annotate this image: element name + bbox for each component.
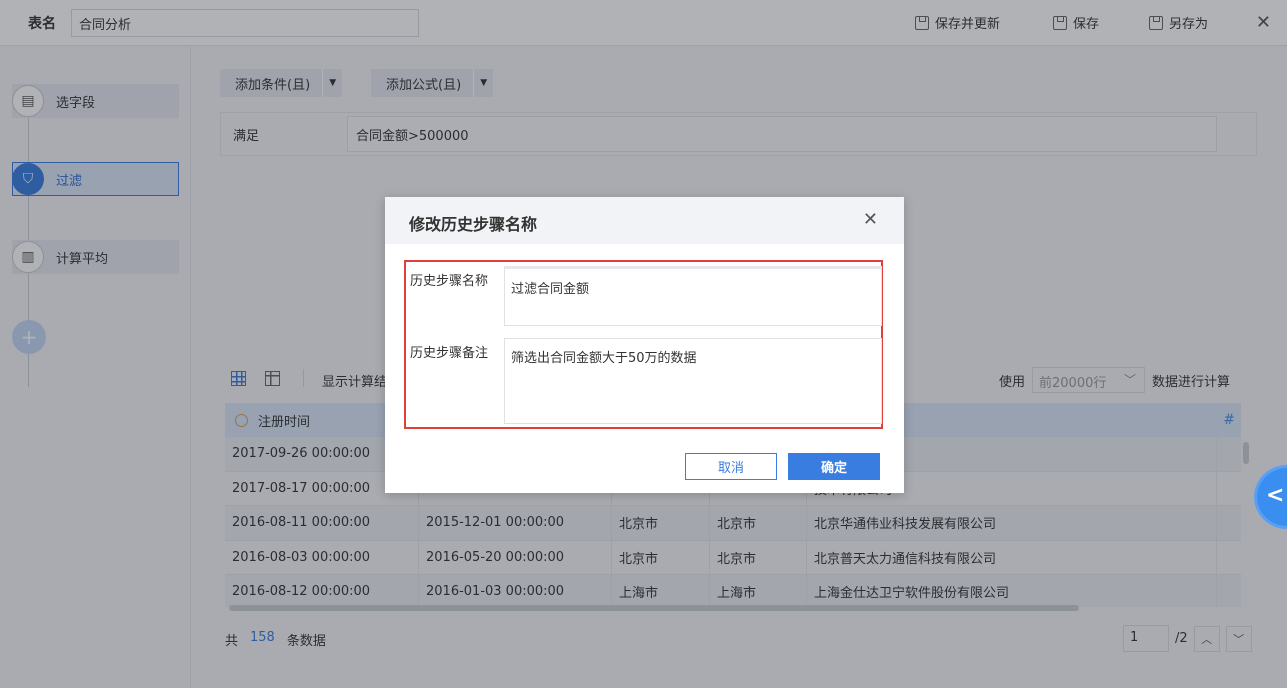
dialog-header: 修改历史步骤名称 ✕: [385, 197, 904, 244]
dialog-title: 修改历史步骤名称: [409, 215, 538, 234]
confirm-button[interactable]: 确定: [788, 453, 880, 480]
step-name-input[interactable]: 过滤合同金额: [504, 266, 882, 326]
rename-step-dialog: 修改历史步骤名称 ✕ 历史步骤名称 过滤合同金额 历史步骤备注 筛选出合同金额大…: [385, 197, 904, 493]
cancel-button[interactable]: 取消: [685, 453, 777, 480]
step-name-label: 历史步骤名称: [410, 274, 489, 289]
step-form: 历史步骤名称 过滤合同金额 历史步骤备注 筛选出合同金额大于50万的数据: [404, 260, 883, 429]
step-note-label: 历史步骤备注: [410, 346, 489, 361]
step-note-textarea[interactable]: 筛选出合同金额大于50万的数据: [504, 338, 882, 424]
chevron-left-icon: <: [1266, 483, 1285, 508]
close-icon[interactable]: ✕: [863, 209, 878, 230]
